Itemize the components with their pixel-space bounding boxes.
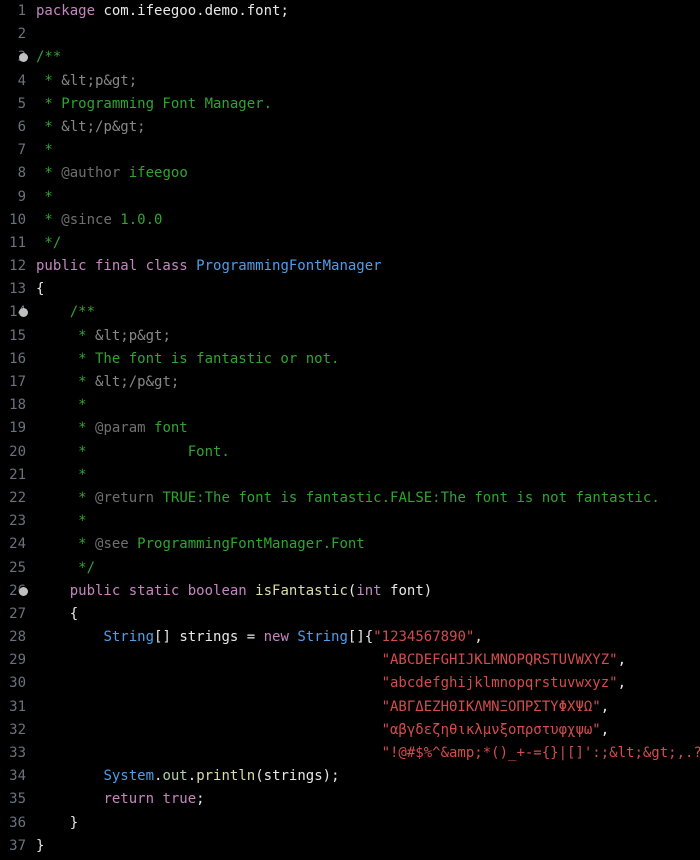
code-line[interactable]: * @see ProgrammingFontManager.Font [36, 533, 700, 556]
line-number: 16 [0, 348, 26, 371]
code-line[interactable]: "ΑΒΓΔΕΖΗΘΙΚΛΜΝΞΟΠΡΣΤΥΦΧΨΩ", [36, 696, 700, 719]
code-line[interactable]: "ABCDEFGHIJKLMNOPQRSTUVWXYZ", [36, 649, 700, 672]
code-editor[interactable]: 1234567891011121314151617181920212223242… [0, 0, 700, 860]
line-number: 31 [0, 696, 26, 719]
line-number: 22 [0, 487, 26, 510]
code-line[interactable]: public static boolean isFantastic(int fo… [36, 580, 700, 603]
code-line[interactable]: */ [36, 232, 700, 255]
code-line[interactable]: * &lt;/p&gt; [36, 116, 700, 139]
fold-marker-icon[interactable] [19, 587, 28, 596]
code-line[interactable]: String[] strings = new String[]{"1234567… [36, 626, 700, 649]
code-line[interactable]: * [36, 186, 700, 209]
code-line[interactable]: * [36, 464, 700, 487]
line-number: 30 [0, 672, 26, 695]
line-number: 2 [0, 23, 26, 46]
line-number: 12 [0, 255, 26, 278]
line-number: 23 [0, 510, 26, 533]
code-line[interactable]: * [36, 394, 700, 417]
code-line[interactable]: { [36, 278, 700, 301]
code-line[interactable]: "abcdefghijklmnopqrstuvwxyz", [36, 672, 700, 695]
fold-marker-icon[interactable] [19, 308, 28, 317]
line-number: 4 [0, 70, 26, 93]
line-number: 34 [0, 765, 26, 788]
line-number: 10 [0, 209, 26, 232]
line-number-gutter: 1234567891011121314151617181920212223242… [0, 0, 32, 860]
line-number: 21 [0, 464, 26, 487]
code-line[interactable]: * @param font [36, 417, 700, 440]
code-line[interactable]: } [36, 835, 700, 858]
line-number: 15 [0, 325, 26, 348]
code-line[interactable]: /** [36, 301, 700, 324]
line-number: 33 [0, 742, 26, 765]
line-number: 19 [0, 417, 26, 440]
code-line[interactable]: return true; [36, 788, 700, 811]
line-number: 3 [0, 46, 26, 69]
line-number: 17 [0, 371, 26, 394]
line-number: 18 [0, 394, 26, 417]
code-line[interactable]: * &lt;p&gt; [36, 325, 700, 348]
code-line[interactable]: * The font is fantastic or not. [36, 348, 700, 371]
line-number: 25 [0, 557, 26, 580]
line-number: 24 [0, 533, 26, 556]
code-line[interactable]: */ [36, 557, 700, 580]
code-area[interactable]: package com.ifeegoo.demo.font; /** * &lt;… [32, 0, 700, 860]
code-line[interactable]: "αβγδεζηθικλμνξοπρστυφχψω", [36, 719, 700, 742]
code-line[interactable]: /** [36, 46, 700, 69]
code-line[interactable]: * @since 1.0.0 [36, 209, 700, 232]
code-line[interactable]: * Programming Font Manager. [36, 93, 700, 116]
line-number: 28 [0, 626, 26, 649]
line-number: 20 [0, 441, 26, 464]
code-line[interactable]: { [36, 603, 700, 626]
code-line[interactable]: * [36, 139, 700, 162]
code-line[interactable]: * [36, 510, 700, 533]
code-line[interactable]: * Font. [36, 441, 700, 464]
line-number: 32 [0, 719, 26, 742]
code-line[interactable]: System.out.println(strings); [36, 765, 700, 788]
code-line[interactable]: package com.ifeegoo.demo.font; [36, 0, 700, 23]
code-line[interactable]: } [36, 812, 700, 835]
code-line[interactable]: * &lt;p&gt; [36, 70, 700, 93]
code-line[interactable]: * @author ifeegoo [36, 162, 700, 185]
code-line[interactable]: * @return TRUE:The font is fantastic.FAL… [36, 487, 700, 510]
fold-marker-icon[interactable] [19, 53, 28, 62]
line-number: 13 [0, 278, 26, 301]
code-line[interactable]: public final class ProgrammingFontManage… [36, 255, 700, 278]
line-number: 6 [0, 116, 26, 139]
line-number: 1 [0, 0, 26, 23]
line-number: 9 [0, 186, 26, 209]
line-number: 36 [0, 812, 26, 835]
code-line[interactable]: * &lt;/p&gt; [36, 371, 700, 394]
line-number: 11 [0, 232, 26, 255]
code-line[interactable]: "!@#$%^&amp;*()_+-={}|[]':;&lt;&gt;,.?"}… [36, 742, 700, 765]
code-line[interactable] [36, 23, 700, 46]
line-number: 27 [0, 603, 26, 626]
line-number: 8 [0, 162, 26, 185]
line-number: 26 [0, 580, 26, 603]
line-number: 35 [0, 788, 26, 811]
line-number: 29 [0, 649, 26, 672]
line-number: 5 [0, 93, 26, 116]
line-number: 37 [0, 835, 26, 858]
line-number: 14 [0, 301, 26, 324]
line-number: 7 [0, 139, 26, 162]
